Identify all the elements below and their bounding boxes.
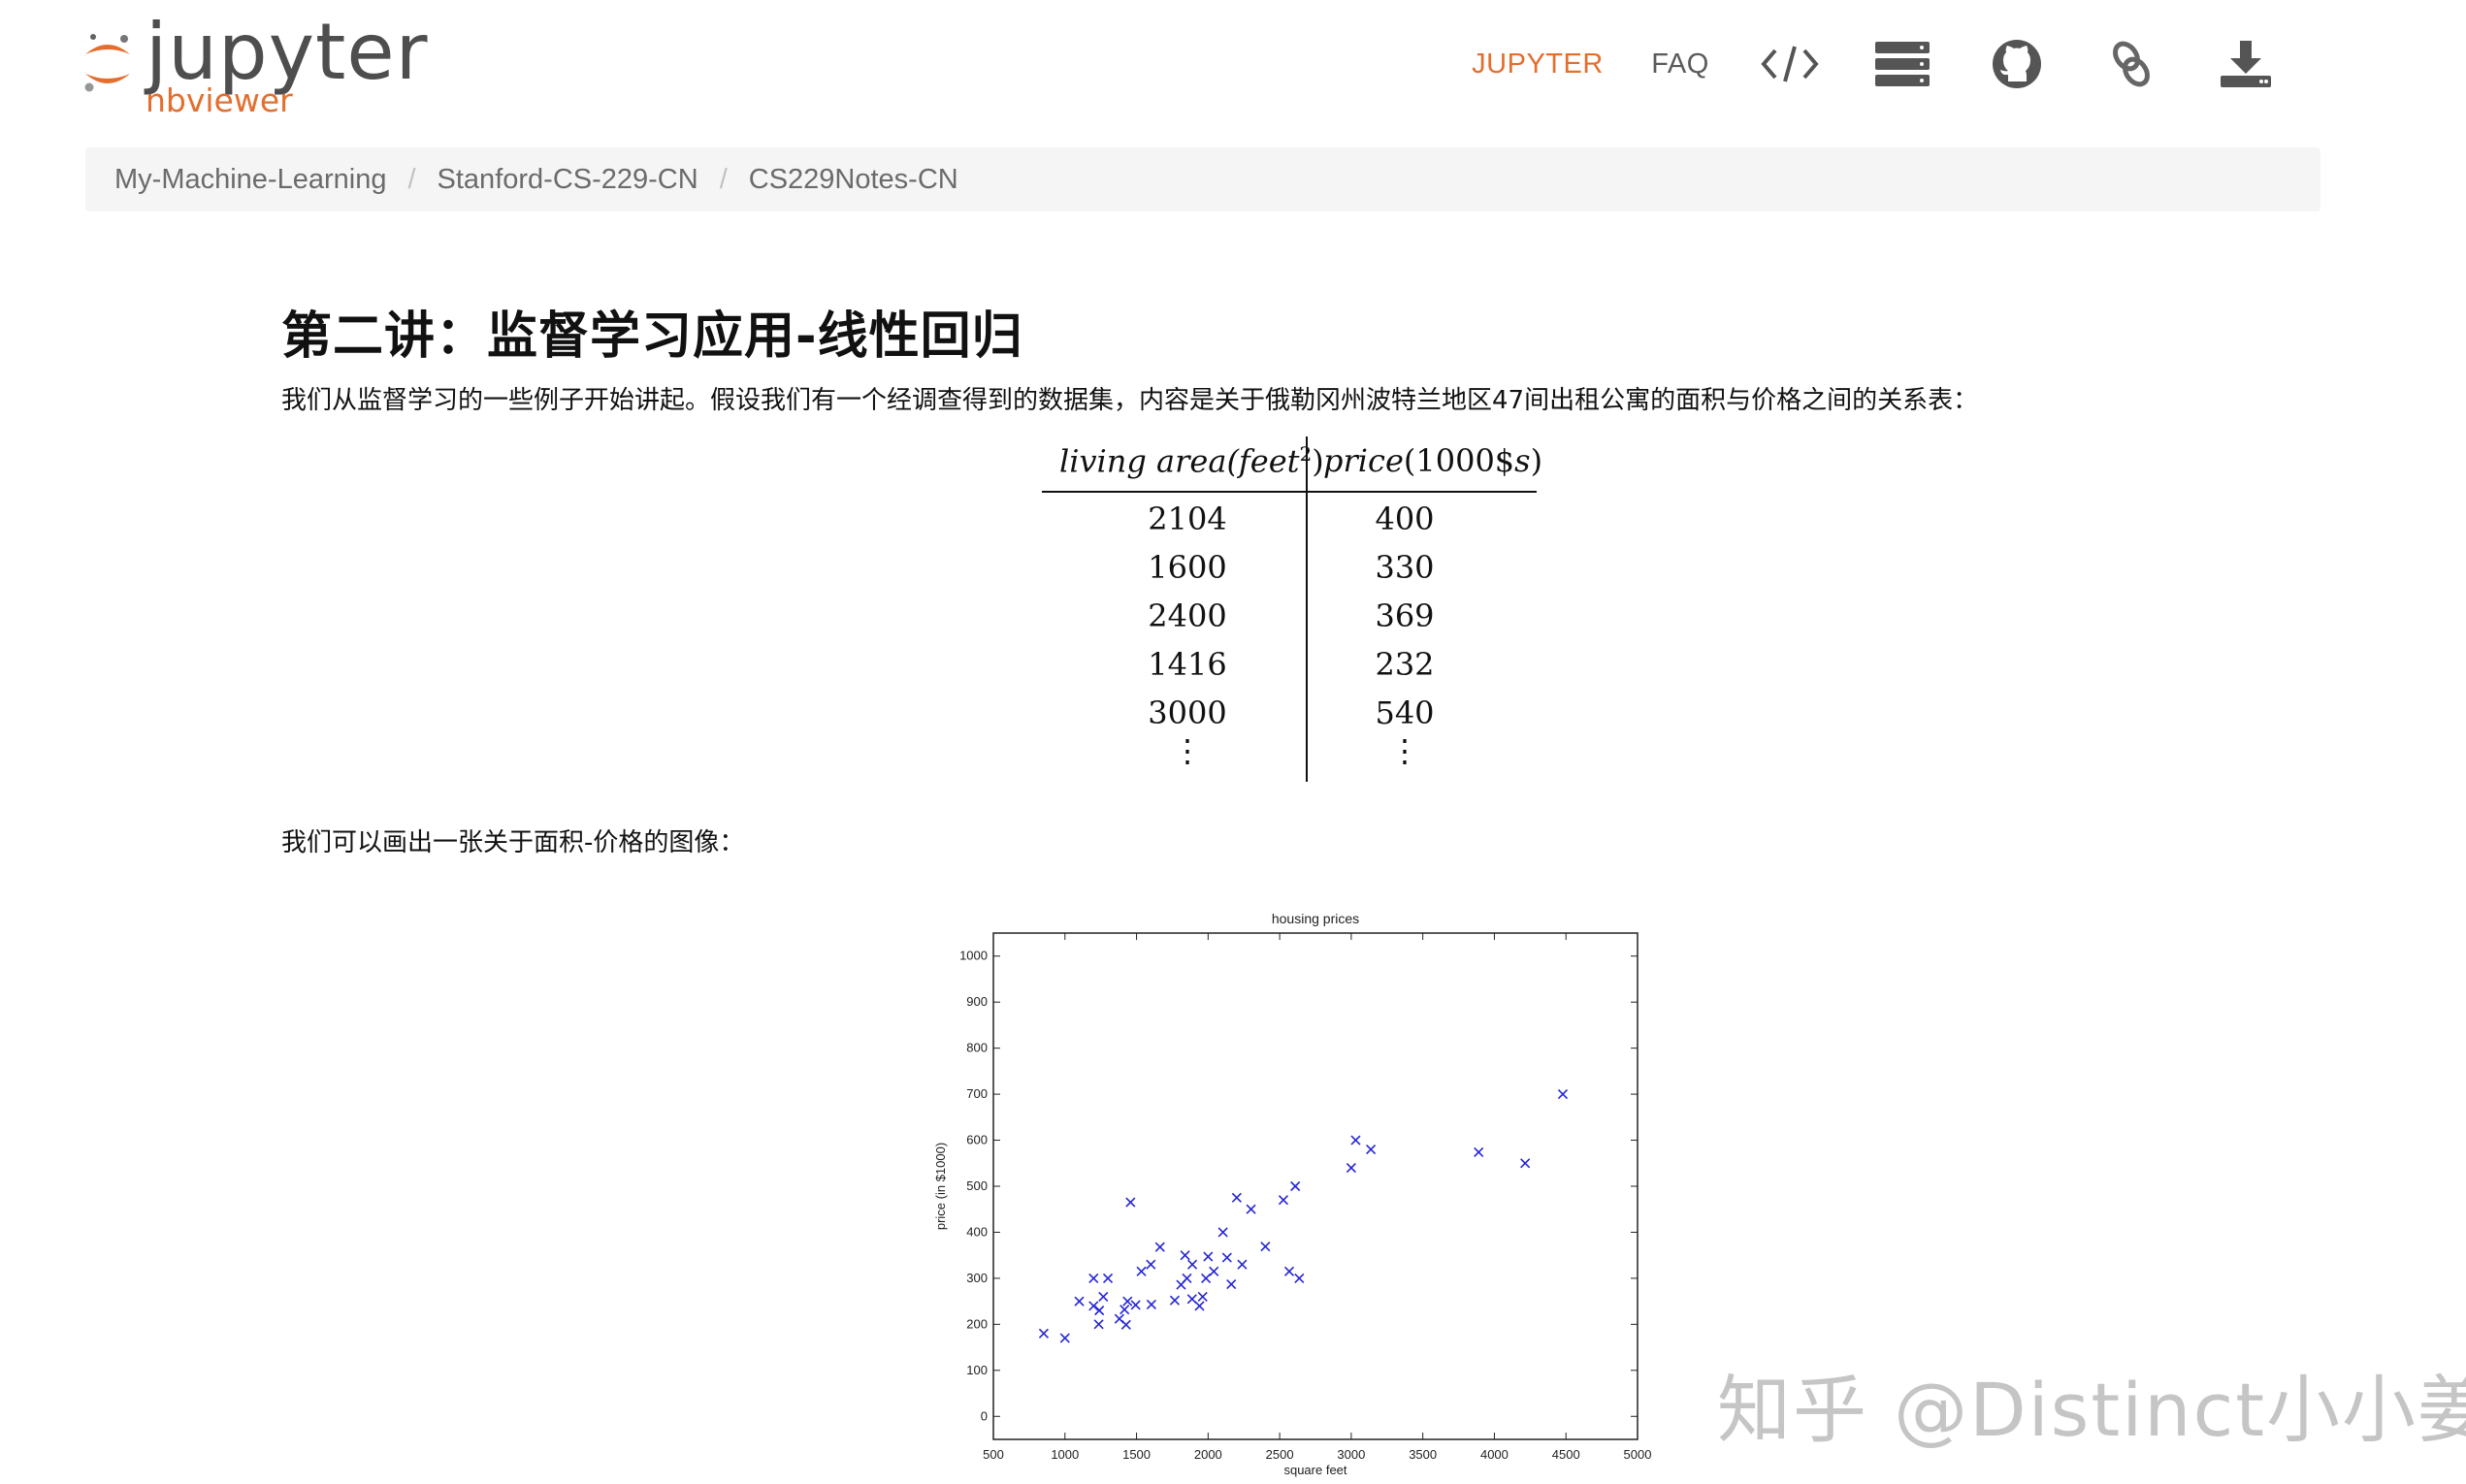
table-cell-area: 2104 bbox=[1148, 500, 1227, 537]
page-title: 第二讲：监督学习应用-线性回归 bbox=[281, 307, 1023, 366]
housing-prices-chart: housing prices500 1000 1500 2000 2500 3000 350… bbox=[933, 911, 1652, 1477]
x-tick-label: 3000 bbox=[1337, 1447, 1365, 1462]
x-axis-label: square feet bbox=[1283, 1463, 1347, 1477]
table-header-rule bbox=[1042, 491, 1537, 493]
execute-on-binder-button[interactable] bbox=[1868, 29, 1936, 99]
y-tick-label: 900 bbox=[966, 994, 988, 1009]
table-cell-price: 400 bbox=[1375, 500, 1435, 537]
link-icon bbox=[2113, 41, 2150, 87]
table-header-price: price(1000$s) bbox=[1323, 442, 1542, 479]
logo-subtext: nbviewer bbox=[146, 81, 293, 119]
table-header-price-close: ) bbox=[1530, 442, 1543, 479]
x-tick-label: 3500 bbox=[1409, 1447, 1437, 1462]
top-nav: JUPYTER FAQ bbox=[1302, 29, 2466, 99]
nav-faq-link[interactable]: FAQ bbox=[1641, 29, 1719, 99]
y-tick-label: 0 bbox=[981, 1408, 988, 1423]
table-cell-area: 3000 bbox=[1148, 694, 1227, 731]
x-tick-label: 1500 bbox=[1122, 1447, 1151, 1462]
table-cell-price: 330 bbox=[1375, 549, 1435, 586]
nav-faq-label: FAQ bbox=[1651, 48, 1709, 80]
watermark: 知乎 @Distinct小小姜 bbox=[1717, 1367, 2466, 1453]
server-icon bbox=[1875, 42, 1930, 86]
intro-paragraph: 我们从监督学习的一些例子开始讲起。假设我们有一个经调查得到的数据集，内容是关于俄… bbox=[281, 386, 1979, 415]
nbviewer-logo[interactable]: jupyter nbviewer bbox=[81, 7, 428, 119]
table-ellipsis: ⋮ bbox=[1389, 732, 1420, 769]
table-cell-price: 232 bbox=[1375, 646, 1435, 683]
y-tick-label: 100 bbox=[966, 1363, 988, 1377]
plot-frame bbox=[992, 932, 1639, 1440]
table-cell-price: 369 bbox=[1375, 597, 1435, 634]
github-button[interactable] bbox=[1983, 29, 2051, 99]
breadcrumb-item-repo[interactable]: My-Machine-Learning bbox=[114, 164, 386, 196]
y-tick-label: 800 bbox=[966, 1041, 988, 1055]
breadcrumb: My-Machine-Learning / Stanford-CS-229-CN… bbox=[85, 147, 2320, 211]
table-column-rule bbox=[1306, 436, 1308, 782]
y-tick-label: 1000 bbox=[959, 949, 988, 963]
y-tick-label: 200 bbox=[966, 1316, 988, 1331]
chart-title: housing prices bbox=[1272, 911, 1359, 926]
breadcrumb-item-folder[interactable]: Stanford-CS-229-CN bbox=[438, 164, 698, 196]
table-cell-price: 540 bbox=[1375, 694, 1435, 731]
table-header-area-close: ) bbox=[1312, 442, 1324, 480]
y-axis-label: price (in $1000) bbox=[933, 1143, 948, 1230]
code-view-button[interactable] bbox=[1756, 29, 1824, 99]
jupyter-logo-icon bbox=[84, 34, 130, 92]
x-tick-label: 1000 bbox=[1051, 1447, 1079, 1462]
nav-jupyter-link[interactable]: JUPYTER bbox=[1465, 29, 1610, 99]
table-cell-area: 1416 bbox=[1148, 646, 1227, 683]
x-tick-label: 5000 bbox=[1624, 1447, 1652, 1462]
y-tick-label: 500 bbox=[966, 1178, 988, 1193]
breadcrumb-item-subfolder[interactable]: CS229Notes-CN bbox=[749, 164, 958, 196]
breadcrumb-separator: / bbox=[719, 163, 728, 195]
table-header-price-text: price bbox=[1323, 442, 1404, 479]
table-header-price-unit-s: s bbox=[1514, 442, 1531, 479]
table-ellipsis: ⋮ bbox=[1172, 732, 1203, 769]
x-tick-label: 500 bbox=[983, 1447, 1004, 1462]
table-header-area: living area(feet2) bbox=[1059, 442, 1324, 480]
x-tick-label: 2500 bbox=[1266, 1447, 1294, 1462]
x-tick-label: 4500 bbox=[1552, 1447, 1580, 1462]
github-icon bbox=[1993, 40, 2041, 88]
y-tick-label: 400 bbox=[966, 1224, 988, 1239]
plot-intro-paragraph: 我们可以画出一张关于面积-价格的图像： bbox=[281, 828, 745, 857]
table-cell-area: 2400 bbox=[1148, 597, 1227, 634]
share-link-button[interactable] bbox=[2097, 29, 2165, 99]
table-header-price-unit: (1000$ bbox=[1403, 442, 1515, 479]
nav-jupyter-label: JUPYTER bbox=[1472, 48, 1604, 80]
breadcrumb-separator: / bbox=[407, 163, 416, 195]
housing-data-table: living area(feet2) price(1000$s) 2104 40… bbox=[1042, 436, 1546, 797]
table-cell-area: 1600 bbox=[1148, 549, 1227, 586]
code-icon bbox=[1761, 46, 1819, 82]
y-tick-label: 700 bbox=[966, 1086, 988, 1101]
x-tick-label: 4000 bbox=[1480, 1447, 1509, 1462]
download-icon bbox=[2221, 41, 2271, 87]
download-button[interactable] bbox=[2212, 29, 2280, 99]
y-tick-label: 300 bbox=[966, 1271, 988, 1285]
table-header-area-text: living area(feet bbox=[1059, 442, 1300, 480]
x-tick-label: 2000 bbox=[1194, 1447, 1222, 1462]
y-tick-label: 600 bbox=[966, 1133, 988, 1147]
